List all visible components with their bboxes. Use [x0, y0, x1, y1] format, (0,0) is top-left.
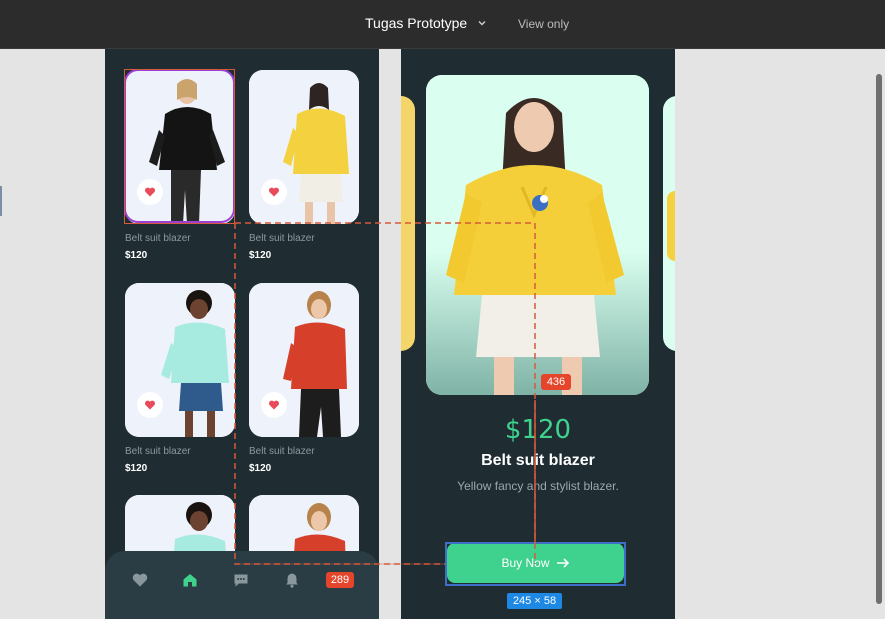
product-card[interactable]	[249, 70, 359, 224]
favorite-button[interactable]	[137, 392, 163, 418]
product-name: Belt suit blazer	[125, 446, 191, 457]
product-detail-screen: 436 $120 Belt suit blazer Yellow fancy a…	[401, 49, 675, 619]
product-card[interactable]	[125, 283, 235, 437]
bell-icon[interactable]	[283, 571, 301, 589]
prototype-top-bar: Tugas Prototype View only	[0, 0, 885, 49]
previous-product-image[interactable]	[401, 96, 415, 351]
product-price: $120	[125, 250, 148, 261]
prototype-title: Tugas Prototype	[365, 15, 468, 31]
hotspot-badge: 289	[326, 572, 354, 588]
prototype-title-menu[interactable]: Tugas Prototype	[365, 15, 489, 31]
product-price: $120	[504, 415, 572, 445]
chat-icon[interactable]	[232, 571, 250, 589]
chevron-down-icon	[478, 21, 486, 26]
product-name: Belt suit blazer	[125, 233, 191, 244]
heart-icon	[268, 187, 280, 197]
canvas-edge-marker	[0, 186, 2, 216]
product-hero-image[interactable]	[426, 75, 649, 395]
product-price: $120	[249, 463, 272, 474]
selection-dimensions-badge: 245 × 58	[507, 593, 562, 609]
view-mode-label: View only	[518, 17, 570, 31]
product-price: $120	[125, 463, 148, 474]
scrollbar-thumb[interactable]	[876, 74, 882, 604]
selected-element-outline	[445, 542, 626, 586]
heart-icon[interactable]	[131, 571, 149, 589]
home-icon[interactable]	[181, 571, 199, 589]
bottom-navigation: 289	[105, 551, 379, 619]
product-name: Belt suit blazer	[481, 452, 595, 469]
product-card[interactable]	[249, 283, 359, 437]
product-name: Belt suit blazer	[249, 233, 315, 244]
selection-box	[124, 69, 235, 224]
favorite-button[interactable]	[261, 179, 287, 205]
favorite-button[interactable]	[261, 392, 287, 418]
model-yellow-hoodie	[426, 75, 649, 395]
heart-icon	[268, 400, 280, 410]
next-product-image[interactable]	[663, 96, 675, 351]
heart-icon	[144, 400, 156, 410]
product-price: $120	[249, 250, 272, 261]
product-description: Yellow fancy and stylist blazer.	[457, 479, 619, 493]
product-name: Belt suit blazer	[249, 446, 315, 457]
hotspot-badge: 436	[541, 374, 571, 390]
